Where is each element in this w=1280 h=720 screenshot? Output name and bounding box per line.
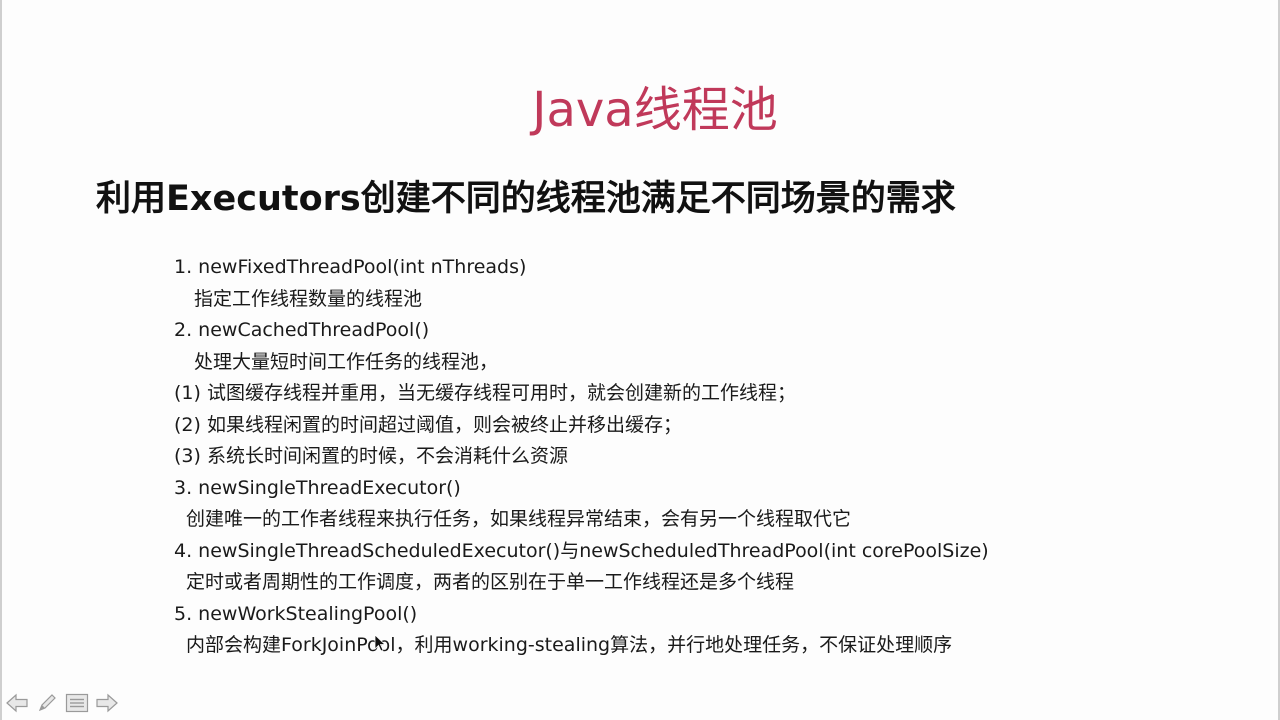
list-item-desc: 创建唯一的工作者线程来执行任务，如果线程异常结束，会有另一个线程取代它 xyxy=(186,508,852,530)
pen-icon xyxy=(38,694,56,712)
list-item: 2. newCachedThreadPool() xyxy=(174,319,430,341)
mouse-cursor-icon xyxy=(374,634,386,652)
list-point: (2) 如果线程闲置的时间超过阈值，则会被终止并移出缓存； xyxy=(174,413,682,436)
content-list: 1. newFixedThreadPool(int nThreads) 指定工作… xyxy=(172,252,1172,662)
slideshow-nav-toolbar xyxy=(4,690,120,716)
list-item: 3. newSingleThreadExecutor() xyxy=(174,476,461,499)
slide-title: Java线程池 xyxy=(532,82,778,138)
list-item: 5. newWorkStealingPool() xyxy=(174,602,418,625)
slide-menu-button[interactable] xyxy=(64,691,90,715)
list-item: 4. newSingleThreadScheduledExecutor()与ne… xyxy=(174,539,989,562)
prev-arrow-icon xyxy=(6,693,28,713)
next-slide-button[interactable] xyxy=(94,691,120,715)
list-point: (3) 系统长时间闲置的时候，不会消耗什么资源 xyxy=(174,445,568,467)
list-item-desc: 定时或者周期性的工作调度，两者的区别在于单一工作线程还是多个线程 xyxy=(186,571,795,593)
list-item-desc: 处理大量短时间工作任务的线程池， xyxy=(194,350,499,373)
list-item: 1. newFixedThreadPool(int nThreads) xyxy=(174,256,527,278)
list-item-desc: 内部会构建ForkJoinPool，利用working-stealing算法，并… xyxy=(186,634,953,656)
slide: Java线程池 利用Executors创建不同的线程池满足不同场景的需求 1. … xyxy=(0,0,1280,720)
list-item-desc: 指定工作线程数量的线程池 xyxy=(194,287,423,310)
list-point: (1) 试图缓存线程并重用，当无缓存线程可用时，就会创建新的工作线程； xyxy=(174,382,796,404)
prev-slide-button[interactable] xyxy=(4,691,30,715)
slide-subtitle: 利用Executors创建不同的线程池满足不同场景的需求 xyxy=(96,179,956,219)
next-arrow-icon xyxy=(96,693,118,713)
menu-icon xyxy=(65,693,89,713)
pen-tool-button[interactable] xyxy=(34,691,60,715)
